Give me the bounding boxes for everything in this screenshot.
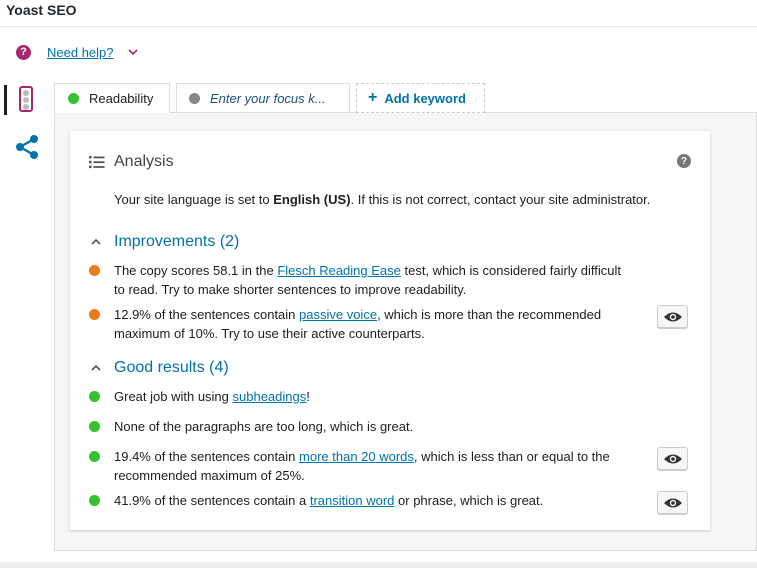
tab-focus-keyword[interactable]: Enter your focus k... xyxy=(176,83,350,113)
tab-readability[interactable]: Readability xyxy=(54,83,170,113)
status-bullet-green xyxy=(89,421,100,432)
result-link[interactable]: Flesch Reading Ease xyxy=(277,263,401,278)
result-link[interactable]: subheadings xyxy=(233,389,307,404)
list-icon xyxy=(89,156,105,169)
chevron-up-icon xyxy=(91,238,101,245)
result-link[interactable]: more than 20 words xyxy=(299,449,414,464)
status-dot-green xyxy=(68,92,79,104)
metabox-header: Yoast SEO xyxy=(0,0,757,27)
help-row: ? Need help? xyxy=(16,43,140,61)
result-text: Great job with using subheadings! xyxy=(114,389,310,404)
result-link[interactable]: transition word xyxy=(310,493,395,508)
add-keyword-button[interactable]: + Add keyword xyxy=(356,83,485,113)
site-language-notice: Your site language is set to English (US… xyxy=(114,192,651,207)
good-results-title: Good results (4) xyxy=(114,359,229,376)
improvements-toggle[interactable]: Improvements (2) xyxy=(90,233,239,251)
need-help-link[interactable]: Need help? xyxy=(47,45,114,60)
result-text: 41.9% of the sentences contain a transit… xyxy=(114,493,544,508)
result-link[interactable]: passive voice xyxy=(299,307,377,322)
plus-icon: + xyxy=(368,89,378,106)
result-text: None of the paragraphs are too long, whi… xyxy=(114,419,414,434)
eye-icon xyxy=(663,454,682,463)
focus-keyword-placeholder: Enter your focus k... xyxy=(210,90,326,106)
analysis-panel: Analysis ? Your site language is set to … xyxy=(70,131,710,530)
app-title: Yoast SEO xyxy=(6,2,77,18)
good-results-toggle[interactable]: Good results (4) xyxy=(90,359,229,377)
chevron-up-icon xyxy=(91,364,101,371)
chevron-down-icon[interactable] xyxy=(126,45,140,59)
result-text: The copy scores 58.1 in the Flesch Readi… xyxy=(114,263,622,297)
improvements-title: Improvements (2) xyxy=(114,233,240,250)
status-bullet-orange xyxy=(89,309,100,320)
traffic-light-icon xyxy=(19,86,33,112)
highlight-eye-button[interactable] xyxy=(657,305,688,328)
analysis-title: Analysis xyxy=(114,153,174,170)
eye-icon xyxy=(663,312,682,321)
result-text: 12.9% of the sentences contain passive v… xyxy=(114,307,602,341)
question-icon[interactable]: ? xyxy=(677,154,691,168)
analysis-header: Analysis xyxy=(89,153,174,171)
bottom-divider xyxy=(0,562,757,568)
status-bullet-green xyxy=(89,495,100,506)
highlight-eye-button[interactable] xyxy=(657,447,688,470)
result-text: 19.4% of the sentences contain more than… xyxy=(114,449,610,483)
status-dot-gray xyxy=(189,92,200,104)
site-language: English (US) xyxy=(273,192,351,207)
highlight-eye-button[interactable] xyxy=(657,491,688,514)
add-keyword-label: Add keyword xyxy=(384,90,466,106)
help-icon: ? xyxy=(16,44,31,60)
active-indicator xyxy=(4,85,7,115)
eye-icon xyxy=(663,498,682,507)
status-bullet-orange xyxy=(89,265,100,276)
status-bullet-green xyxy=(89,451,100,462)
tab-readability-label: Readability xyxy=(89,90,154,106)
status-bullet-green xyxy=(89,391,100,402)
share-icon[interactable] xyxy=(15,134,39,160)
sidebar-readability-tab[interactable] xyxy=(4,85,36,115)
